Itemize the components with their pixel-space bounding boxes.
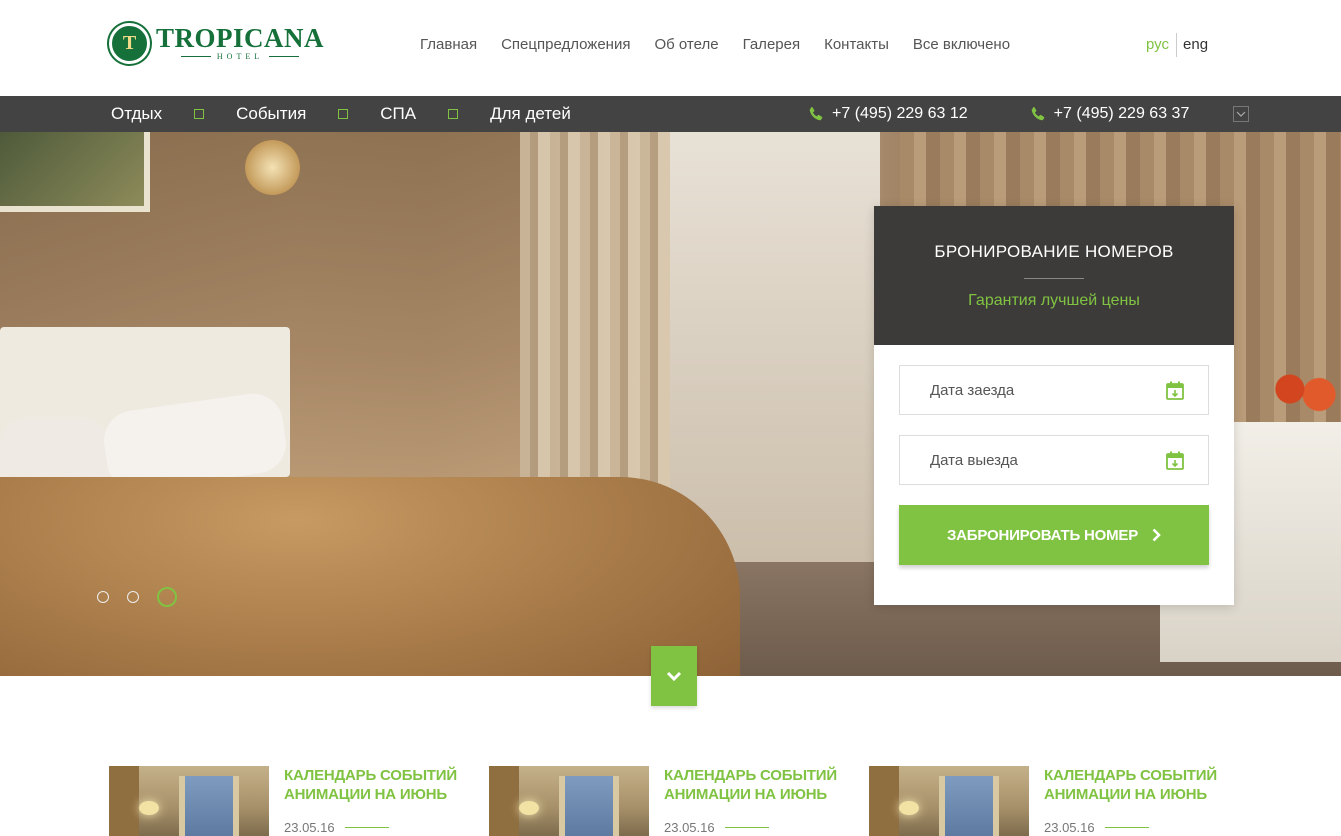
news-date: 23.05.16 <box>284 820 464 835</box>
nav-gallery[interactable]: Галерея <box>743 36 801 54</box>
calendar-icon[interactable] <box>1166 451 1184 470</box>
hero-painting <box>0 132 150 212</box>
news-date: 23.05.16 <box>1044 820 1224 835</box>
nav-home[interactable]: Главная <box>420 36 477 54</box>
subnav-events[interactable]: События <box>236 104 306 124</box>
hero-bed <box>0 477 740 676</box>
chevron-down-icon <box>666 671 682 681</box>
divider <box>1024 278 1084 279</box>
booking-title: БРОНИРОВАНИЕ НОМЕРОВ <box>934 242 1174 261</box>
nav-special-offers[interactable]: Спецпредложения <box>501 36 630 54</box>
chevron-right-icon <box>1152 528 1161 542</box>
news-title[interactable]: КАЛЕНДАРЬ СОБЫТИЙ АНИМАЦИИ НА ИЮНЬ <box>284 766 464 804</box>
subnav-spa[interactable]: СПА <box>380 104 416 124</box>
phone-link-1[interactable]: +7 (495) 229 63 12 <box>808 105 968 123</box>
checkout-input[interactable] <box>930 451 1130 469</box>
booking-subtitle: Гарантия лучшей цены <box>968 292 1140 309</box>
subnav-kids[interactable]: Для детей <box>490 104 571 124</box>
logo-name: TROPICANA <box>156 23 325 53</box>
nav-contacts[interactable]: Контакты <box>824 36 889 54</box>
news-thumbnail[interactable] <box>109 766 269 836</box>
nav-all-inclusive[interactable]: Все включено <box>913 36 1010 54</box>
lang-ru[interactable]: рус <box>1146 33 1178 57</box>
square-bullet-icon <box>338 109 349 119</box>
slider-dot-active[interactable] <box>157 587 177 607</box>
phone-number: +7 (495) 229 63 37 <box>1053 105 1190 122</box>
news-title[interactable]: КАЛЕНДАРЬ СОБЫТИЙ АНИМАЦИИ НА ИЮНЬ <box>1044 766 1224 804</box>
logo-sub: HOTEL <box>181 52 299 61</box>
lang-en[interactable]: eng <box>1177 33 1208 57</box>
checkin-field[interactable] <box>899 365 1209 415</box>
book-room-label: ЗАБРОНИРОВАТЬ НОМЕР <box>946 526 1139 544</box>
site-header: T TROPICANA HOTEL Главная Спецпредложени… <box>0 0 1341 96</box>
slider-dot[interactable] <box>97 591 109 603</box>
news-thumbnail[interactable] <box>869 766 1029 836</box>
chevron-down-icon <box>1236 111 1246 117</box>
nav-about[interactable]: Об отеле <box>654 36 718 54</box>
phone-number: +7 (495) 229 63 12 <box>832 105 968 122</box>
subnav-rest[interactable]: Отдых <box>111 104 162 124</box>
secondary-bar: Отдых События СПА Для детей +7 (495) 229… <box>0 96 1341 132</box>
logo[interactable]: T TROPICANA HOTEL <box>109 22 324 64</box>
phone-icon <box>809 107 823 121</box>
news-date: 23.05.16 <box>664 820 844 835</box>
phones-dropdown-button[interactable] <box>1233 106 1249 122</box>
square-bullet-icon <box>448 109 459 119</box>
hero-flowers <box>1268 367 1341 422</box>
language-switcher: рус eng <box>1146 33 1208 57</box>
scroll-down-button[interactable] <box>651 646 697 706</box>
book-room-button[interactable]: ЗАБРОНИРОВАТЬ НОМЕР <box>899 505 1209 565</box>
news-item[interactable]: КАЛЕНДАРЬ СОБЫТИЙ АНИМАЦИИ НА ИЮНЬ 23.05… <box>869 766 1224 836</box>
phone-icon <box>1031 107 1044 121</box>
checkout-field[interactable] <box>899 435 1209 485</box>
news-item[interactable]: КАЛЕНДАРЬ СОБЫТИЙ АНИМАЦИИ НА ИЮНЬ 23.05… <box>109 766 464 836</box>
checkin-input[interactable] <box>930 381 1130 399</box>
logo-badge-icon: T <box>109 22 150 64</box>
main-nav: Главная Спецпредложения Об отеле Галерея… <box>420 36 1010 54</box>
phone-link-2[interactable]: +7 (495) 229 63 37 <box>1030 105 1190 123</box>
calendar-icon[interactable] <box>1166 381 1184 400</box>
news-item[interactable]: КАЛЕНДАРЬ СОБЫТИЙ АНИМАЦИИ НА ИЮНЬ 23.05… <box>489 766 844 836</box>
news-thumbnail[interactable] <box>489 766 649 836</box>
booking-widget: БРОНИРОВАНИЕ НОМЕРОВ Гарантия лучшей цен… <box>874 206 1234 605</box>
slider-dot[interactable] <box>127 591 139 603</box>
phone-list: +7 (495) 229 63 12 +7 (495) 229 63 37 <box>808 96 1189 132</box>
news-title[interactable]: КАЛЕНДАРЬ СОБЫТИЙ АНИМАЦИИ НА ИЮНЬ <box>664 766 844 804</box>
secondary-nav: Отдых События СПА Для детей <box>111 96 571 132</box>
square-bullet-icon <box>194 109 205 119</box>
hero-lamp <box>245 140 300 195</box>
slider-dots <box>97 587 177 607</box>
